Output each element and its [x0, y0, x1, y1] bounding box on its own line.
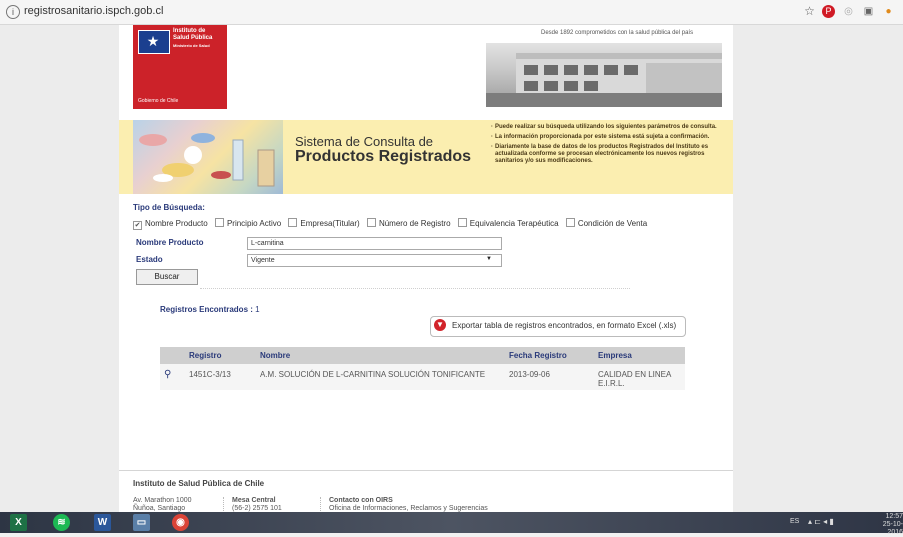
estado-select[interactable]: Vigente: [247, 254, 502, 267]
star-icon[interactable]: ☆: [803, 5, 816, 18]
estado-label: Estado: [136, 255, 163, 264]
footer-mesa: Mesa Central (56-2) 2575 101: [232, 497, 282, 513]
banner-title: Sistema de Consulta de: [295, 134, 434, 149]
option-equivalencia[interactable]: Equivalencia Terapéutica: [457, 218, 559, 228]
extension-icon[interactable]: ◎: [842, 5, 855, 18]
footer-address: Av. Marathon 1000 Ñuñoa, Santiago: [133, 497, 192, 513]
dropdown-arrow-icon[interactable]: ▼: [486, 256, 492, 262]
column-empresa[interactable]: Empresa: [598, 351, 632, 360]
option-principio-activo[interactable]: Principio Activo: [214, 218, 282, 228]
cell-nombre: A.M. SOLUCIÓN DE L-CARNITINA SOLUCIÓN TO…: [260, 370, 486, 379]
url-text[interactable]: registrosanitario.ispch.gob.cl: [24, 5, 163, 17]
search-type-label: Tipo de Búsqueda:: [133, 203, 205, 212]
option-empresa[interactable]: Empresa(Titular): [288, 218, 360, 228]
export-excel-label[interactable]: Exportar tabla de registros encontrados,…: [452, 321, 676, 330]
cell-empresa: CALIDAD EN LINEA: [598, 370, 672, 379]
option-label: Principio Activo: [226, 219, 282, 228]
checkbox-icon[interactable]: [288, 218, 298, 227]
option-label: Empresa(Titular): [300, 219, 360, 228]
banner-subtitle: Productos Registrados: [295, 148, 472, 165]
cell-registro[interactable]: 1451C-3/13: [189, 370, 231, 379]
banner-note: La información proporcionada por este si…: [491, 134, 731, 141]
option-condicion-venta[interactable]: Condición de Venta: [565, 218, 648, 228]
oirs-title[interactable]: Contacto con OIRS: [329, 497, 488, 505]
results-count: Registros Encontrados : 1: [160, 305, 260, 314]
buscar-button[interactable]: Buscar: [136, 269, 198, 285]
cast-icon[interactable]: ▣: [862, 5, 875, 18]
option-nombre-producto[interactable]: ✔ Nombre Producto: [133, 219, 208, 230]
nombre-producto-label: Nombre Producto: [136, 238, 204, 247]
column-nombre[interactable]: Nombre: [260, 351, 290, 360]
divider: [200, 288, 630, 289]
word-icon[interactable]: W: [94, 514, 111, 531]
banner-note: Puede realizar su búsqueda utilizando lo…: [491, 124, 731, 131]
clock-time: 12:57: [885, 513, 903, 520]
building-illustration: [486, 53, 722, 107]
excel-icon[interactable]: X: [10, 514, 27, 531]
clock[interactable]: 12:57 25-10-2016: [874, 513, 903, 537]
search-type-options: ✔ Nombre Producto Principio Activo Empres…: [133, 218, 652, 230]
header-tagline: Desde 1892 comprometidos con la salud pú…: [541, 30, 694, 36]
file-explorer-icon[interactable]: ▭: [133, 514, 150, 531]
footer-title: Instituto de Salud Pública de Chile: [133, 479, 265, 488]
results-count-value: 1: [255, 305, 260, 314]
column-fecha-registro[interactable]: Fecha Registro: [509, 351, 567, 360]
system-tray-icons[interactable]: ▴ ⊏ ◂ ▮: [808, 517, 834, 526]
pills-photo: [133, 120, 283, 194]
checkbox-icon[interactable]: [565, 218, 575, 227]
magnifier-icon[interactable]: ⚲: [164, 369, 171, 380]
pinterest-icon[interactable]: P: [822, 5, 835, 18]
building-photo: [486, 43, 722, 107]
banner-note: Diariamente la base de datos de los prod…: [491, 144, 731, 165]
logo-text: Instituto de Salud Pública Ministerio de…: [173, 28, 225, 49]
results-count-label: Registros Encontrados :: [160, 305, 253, 314]
footer-oirs: Contacto con OIRS Oficina de Informacion…: [329, 497, 488, 513]
pills-illustration: [139, 133, 275, 187]
chrome-icon[interactable]: ◉: [172, 514, 189, 531]
nombre-producto-input[interactable]: L-carnitina: [247, 237, 502, 250]
banner-notes: Puede realizar su búsqueda utilizando lo…: [491, 124, 731, 168]
extension-icon[interactable]: ●: [882, 5, 895, 18]
logo-gov-text: Gobierno de Chile: [138, 98, 179, 104]
logo-line: Salud Pública: [173, 35, 213, 41]
option-label: Número de Registro: [378, 219, 451, 228]
option-label: Nombre Producto: [145, 219, 208, 228]
checkbox-icon[interactable]: [366, 218, 376, 227]
spotify-icon[interactable]: ≋: [53, 514, 70, 531]
option-numero-registro[interactable]: Número de Registro: [366, 218, 451, 228]
address-line: Av. Marathon 1000: [133, 497, 192, 504]
logo-line: Instituto de: [173, 28, 206, 34]
mesa-title: Mesa Central: [232, 497, 276, 504]
info-icon[interactable]: i: [6, 5, 20, 19]
cell-fecha: 2013-09-06: [509, 370, 550, 379]
option-label: Condición de Venta: [577, 219, 648, 228]
footer-divider: [119, 470, 733, 471]
column-registro[interactable]: Registro: [189, 351, 221, 360]
clock-date: 25-10-2016: [882, 521, 903, 536]
footer-separator: [223, 497, 224, 511]
language-indicator[interactable]: ES: [790, 518, 799, 525]
checkbox-checked-icon[interactable]: ✔: [133, 221, 142, 230]
logo-line: Ministerio de Salud: [173, 43, 210, 48]
footer-separator: [320, 497, 321, 511]
checkbox-icon[interactable]: [457, 218, 467, 227]
checkbox-icon[interactable]: [214, 218, 224, 227]
download-icon[interactable]: ▼: [434, 319, 446, 331]
option-label: Equivalencia Terapéutica: [469, 219, 559, 228]
star-emblem-icon: ★: [146, 33, 160, 49]
cell-empresa: E.I.R.L.: [598, 379, 625, 388]
